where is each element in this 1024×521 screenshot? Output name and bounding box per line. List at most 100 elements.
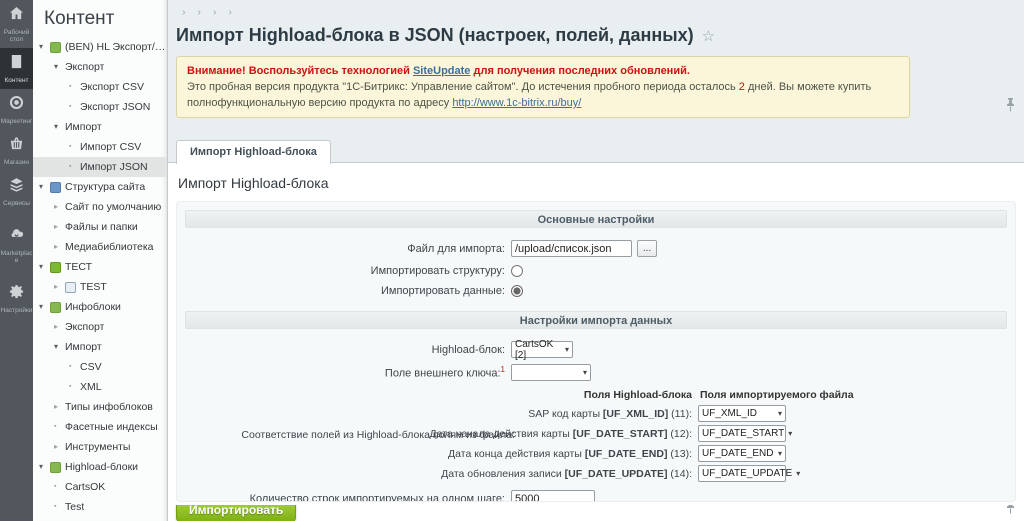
pin-icon[interactable] xyxy=(1006,98,1015,117)
sidebar-item-label: Файлы и папки xyxy=(65,221,138,233)
tree-marker-icon: ▾ xyxy=(39,182,44,191)
mapping-select-value: UF_DATE_UPDATE xyxy=(702,468,793,479)
sidebar-item-label: CartsOK xyxy=(65,481,106,493)
mapping-field-select[interactable]: UF_DATE_UPDATE xyxy=(698,465,792,482)
sidebar-item-label: TEST xyxy=(80,281,107,293)
sidebar-item[interactable]: ▪ Test xyxy=(33,497,167,517)
shop-icon xyxy=(9,136,24,156)
rows-count-label: Количество строк импортируемых на одном … xyxy=(249,492,505,502)
tab-strip: Импорт Highload-блока xyxy=(176,139,1024,164)
breadcrumb-link[interactable] xyxy=(223,6,239,18)
sidebar-item[interactable]: ▸ Файлы и папки xyxy=(33,217,167,237)
mapping-field-select[interactable]: UF_DATE_END xyxy=(698,445,786,462)
sidebar-item[interactable]: ▾ Структура сайта xyxy=(33,177,167,197)
sidebar-item[interactable]: ▸ Медиабиблиотека xyxy=(33,237,167,257)
sidebar-item[interactable]: ▪ CSV xyxy=(33,357,167,377)
sidebar-item[interactable]: ▸ TEST xyxy=(33,277,167,297)
sidebar-item-label: Экспорт CSV xyxy=(80,81,144,93)
sidebar-item[interactable]: ▪ Импорт CSV xyxy=(33,137,167,157)
rail-item-content[interactable]: Контент xyxy=(0,48,33,89)
key-field-label-text: Поле внешнего ключа: xyxy=(384,367,501,380)
breadcrumb-link[interactable] xyxy=(207,6,223,18)
tree-marker-icon: ▾ xyxy=(39,462,44,471)
sidebar-item[interactable]: ▸ Сайт по умолчанию xyxy=(33,197,167,217)
import-data-row: Импортировать данные: xyxy=(185,285,1007,297)
sidebar-item[interactable]: ▾ (BEN) HL Экспорт/Импорт xyxy=(33,37,167,57)
tree-node-icon xyxy=(50,461,61,473)
mapping-group-label: Соответствие полей из Highload-блока пол… xyxy=(241,429,515,441)
mapping-row: Дата обновления записи [UF_DATE_UPDATE] … xyxy=(185,465,1007,482)
tree-marker-icon: ▸ xyxy=(54,402,59,411)
sidebar-item-label: XML xyxy=(80,381,102,393)
mapping-rows: Соответствие полей из Highload-блока пол… xyxy=(185,405,1007,482)
rail-item-label: Контент xyxy=(4,77,29,84)
sidebar-item[interactable]: ▾ Импорт xyxy=(33,337,167,357)
sidebar-item-label: CSV xyxy=(80,361,102,373)
mapping-header-right: Поля импортируемого файла xyxy=(700,389,854,401)
favorite-star-icon[interactable]: ☆ xyxy=(702,28,715,45)
sidebar-item-label: Типы инфоблоков xyxy=(65,401,153,413)
sidebar-item[interactable]: ▪ Фасетные индексы xyxy=(33,417,167,437)
rail-item-label: Магазин xyxy=(3,159,30,166)
rail-item-marketplace[interactable]: Marketplace xyxy=(0,221,33,269)
tree-marker-icon: ▪ xyxy=(69,103,72,110)
sidebar-item[interactable]: ▪ Импорт JSON xyxy=(33,157,167,177)
sidebar-item[interactable]: ▪ XML xyxy=(33,377,167,397)
hlblock-label: Highload-блок: xyxy=(431,343,505,356)
tree-node-icon xyxy=(65,281,76,293)
import-structure-radio[interactable] xyxy=(511,265,523,277)
file-label: Файл для импорта: xyxy=(407,242,505,255)
rail-item-shop[interactable]: Магазин xyxy=(0,130,33,171)
mapping-field-select[interactable]: UF_DATE_START xyxy=(698,425,786,442)
hlblock-select-value: CartsOK [2] xyxy=(515,338,554,361)
sidebar-item[interactable]: ▾ ТЕСТ xyxy=(33,257,167,277)
hlblock-select[interactable]: CartsOK [2] xyxy=(511,338,573,361)
tree-marker-icon: ▪ xyxy=(69,163,72,170)
buy-link[interactable]: http://www.1c-bitrix.ru/buy/ xyxy=(452,97,581,109)
sidebar-item[interactable]: ▾ Экспорт xyxy=(33,57,167,77)
tree-marker-icon: ▸ xyxy=(54,442,59,451)
rail-item-marketing[interactable]: Маркетинг xyxy=(0,89,33,130)
rows-count-input[interactable] xyxy=(511,490,595,501)
sidebar-item[interactable]: ▪ CartsOK xyxy=(33,477,167,497)
content-sidebar: Контент ▾ (BEN) HL Экспорт/Импорт ▾ Эксп… xyxy=(33,0,168,521)
mapping-header-row: Поля Highload-блока Поля импортируемого … xyxy=(185,389,1007,401)
tree-marker-icon: ▸ xyxy=(54,222,59,231)
rail-item-label: Маркетинг xyxy=(0,118,33,125)
breadcrumb-link[interactable] xyxy=(176,6,192,18)
rail-item-desktop[interactable]: Рабочий стол xyxy=(0,0,33,48)
tab-import-highload-block[interactable]: Импорт Highload-блока xyxy=(176,140,331,164)
mapping-field-number: (13): xyxy=(667,447,692,460)
mapping-field-code: [UF_XML_ID] xyxy=(602,407,669,420)
rail-item-settings[interactable]: Настройки xyxy=(0,278,33,319)
sidebar-item[interactable]: ▾ Импорт xyxy=(33,117,167,137)
sidebar-item[interactable]: ▾ Инфоблоки xyxy=(33,297,167,317)
sidebar-item[interactable]: ▸ Инструменты xyxy=(33,437,167,457)
tree-marker-icon: ▾ xyxy=(54,342,59,351)
mapping-field-code: [UF_DATE_UPDATE] xyxy=(564,467,668,480)
tree-marker-icon: ▪ xyxy=(54,517,65,521)
key-field-row: Поле внешнего ключа:1 xyxy=(185,364,1007,381)
breadcrumb-link[interactable] xyxy=(192,6,208,18)
import-structure-label: Импортировать структуру: xyxy=(370,265,505,277)
mapping-header-left: Поля Highload-блока xyxy=(583,389,692,401)
key-field-select[interactable] xyxy=(511,364,591,381)
sidebar-item[interactable]: ▪ Экспорт CSV xyxy=(33,77,167,97)
sidebar-item[interactable]: ▸ Экспорт xyxy=(33,317,167,337)
siteupdate-link[interactable]: SiteUpdate xyxy=(413,65,470,77)
mapping-field-select[interactable]: UF_XML_ID xyxy=(698,405,786,422)
sidebar-item-label: ТЕСТ xyxy=(65,261,93,273)
tree-node-icon xyxy=(50,301,61,313)
browse-button[interactable]: ... xyxy=(637,240,657,257)
sidebar-item[interactable]: ▪ Экспорт JSON xyxy=(33,97,167,117)
import-data-radio[interactable] xyxy=(511,285,523,297)
left-icon-rail: Рабочий стол Контент Маркетинг Магазин С… xyxy=(0,0,33,521)
mapping-field-number: (12): xyxy=(667,427,692,440)
sidebar-item[interactable]: ▪ Экспорт xyxy=(33,517,167,521)
rail-item-services[interactable]: Сервисы xyxy=(0,171,33,212)
settings-icon xyxy=(9,284,24,304)
import-file-input[interactable] xyxy=(511,240,632,257)
sidebar-item[interactable]: ▸ Типы инфоблоков xyxy=(33,397,167,417)
sidebar-item[interactable]: ▾ Highload-блоки xyxy=(33,457,167,477)
sidebar-item-label: Импорт CSV xyxy=(80,141,142,153)
